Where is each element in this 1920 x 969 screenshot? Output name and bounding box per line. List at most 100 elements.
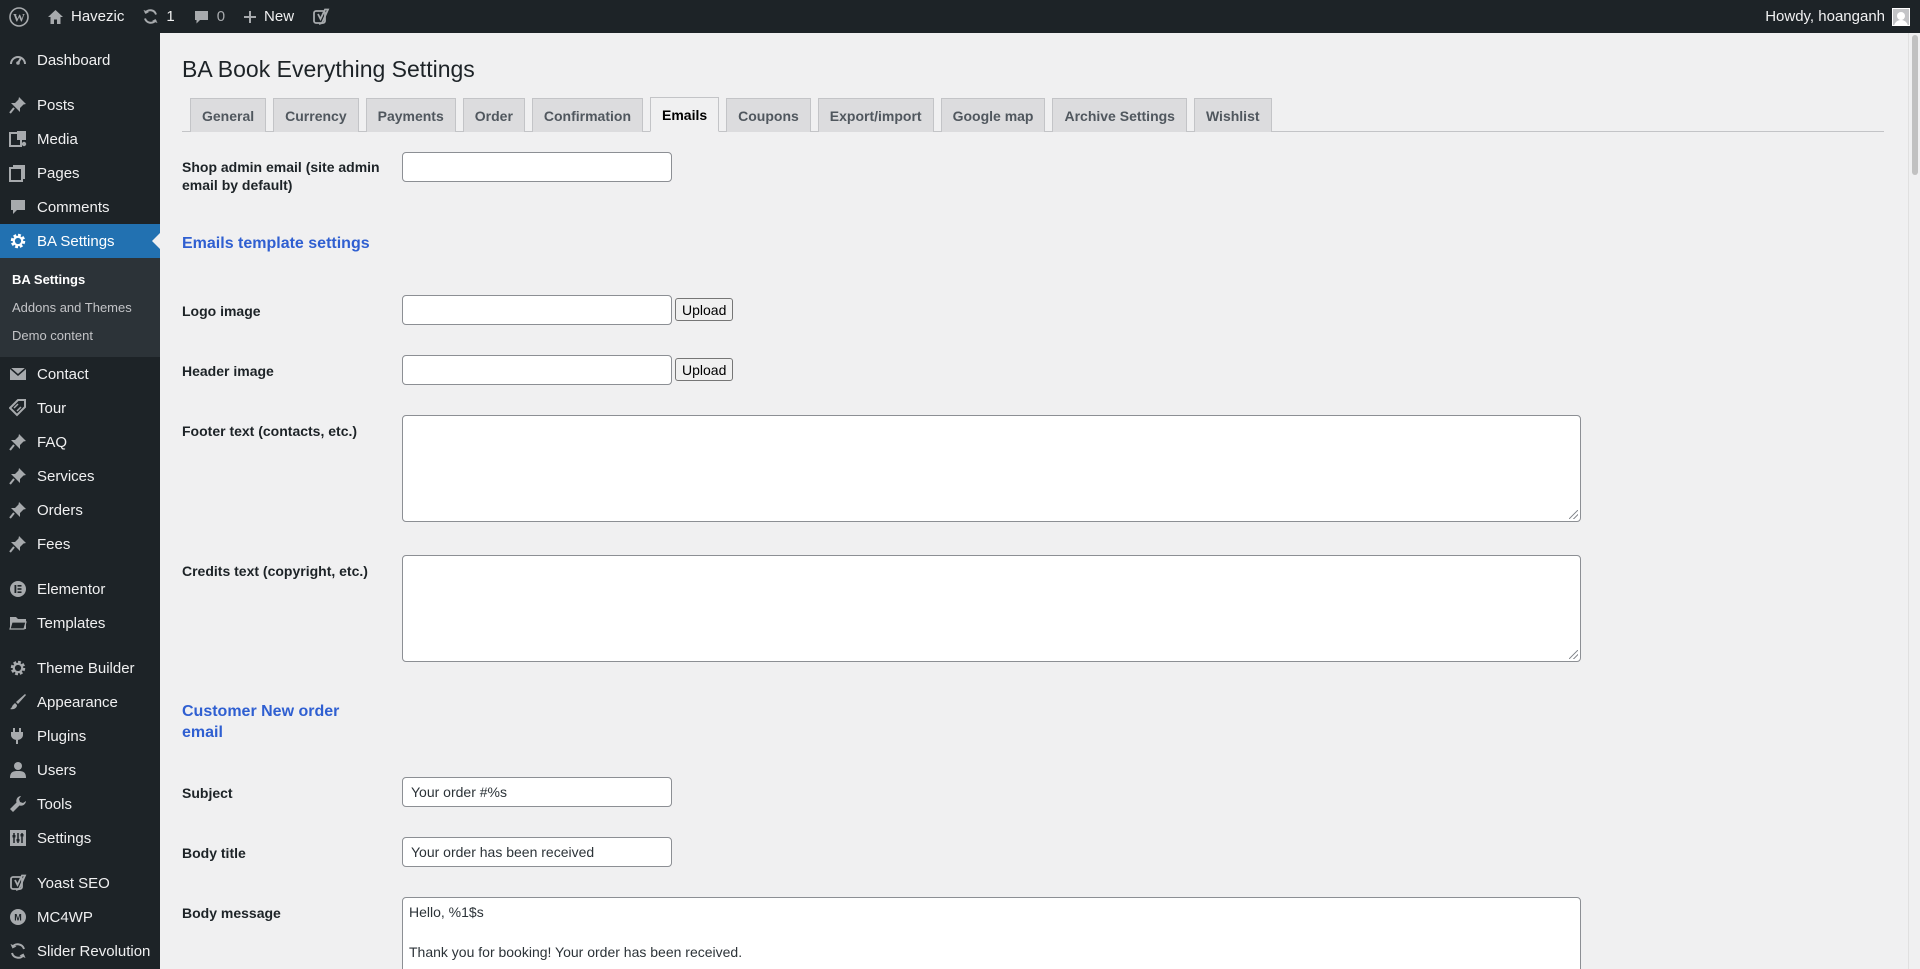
site-name-link[interactable]: Havezic	[38, 0, 133, 33]
sidebar-item-elementor[interactable]: Elementor	[0, 572, 160, 606]
sidebar-item-appearance[interactable]: Appearance	[0, 685, 160, 719]
comment-bubble-icon	[193, 9, 210, 25]
sidebar-item-posts[interactable]: Posts	[0, 88, 160, 122]
scrollbar-thumb[interactable]	[1912, 35, 1918, 175]
refresh-icon	[142, 8, 159, 25]
wordpress-icon: W	[9, 6, 29, 27]
subject-row: Subject Your order #%s	[182, 777, 1908, 807]
sliders-icon	[8, 829, 28, 847]
tab-general[interactable]: General	[190, 98, 267, 132]
body-message-textarea[interactable]: Hello, %1$s Thank you for booking! Your …	[402, 897, 1581, 969]
logo-image-input[interactable]	[402, 295, 672, 325]
sidebar-label: Settings	[37, 829, 92, 847]
section-title-customer-new-order: Customer New order email	[182, 703, 340, 741]
folder-icon	[8, 614, 28, 632]
page-title: BA Book Everything Settings	[182, 56, 475, 82]
subject-input[interactable]: Your order #%s	[402, 777, 672, 807]
sidebar-item-slider-revolution[interactable]: Slider Revolution	[0, 934, 160, 968]
footer-text-textarea[interactable]	[402, 415, 1581, 522]
sidebar-item-yoast-seo[interactable]: Yoast SEO	[0, 866, 160, 900]
subject-label: Subject	[182, 785, 233, 801]
submenu-item-demo-content[interactable]: Demo content	[0, 321, 160, 349]
header-image-input[interactable]	[402, 355, 672, 385]
pushpin-icon	[8, 535, 28, 553]
comments-count: 0	[216, 8, 226, 25]
tab-archive-settings[interactable]: Archive Settings	[1052, 98, 1187, 132]
sidebar-item-mc4wp[interactable]: M MC4WP	[0, 900, 160, 934]
sidebar-item-settings[interactable]: Settings	[0, 821, 160, 855]
updates-count: 1	[166, 8, 175, 25]
sidebar-label: Dashboard	[37, 51, 111, 69]
body-title-input[interactable]: Your order has been received	[402, 837, 672, 867]
updates-link[interactable]: 1	[133, 0, 183, 33]
sidebar-item-plugins[interactable]: Plugins	[0, 719, 160, 753]
sidebar-item-tools[interactable]: Tools	[0, 787, 160, 821]
dashboard-icon	[8, 51, 28, 69]
tab-order[interactable]: Order	[462, 98, 525, 132]
yoast-adminbar-button[interactable]	[303, 0, 339, 33]
pages-icon	[8, 164, 28, 182]
customer-new-order-section: Customer New order email	[182, 701, 1908, 743]
header-upload-button[interactable]: Upload	[675, 358, 734, 381]
sidebar-label: FAQ	[37, 433, 68, 451]
elementor-icon	[8, 580, 28, 598]
sidebar-item-comments[interactable]: Comments	[0, 190, 160, 224]
tab-export-import[interactable]: Export/import	[817, 98, 934, 132]
sidebar-item-tour[interactable]: Tour	[0, 391, 160, 425]
ba-settings-submenu: BA Settings Addons and Themes Demo conte…	[0, 258, 160, 357]
mc4wp-icon: M	[8, 908, 28, 926]
tab-google-map[interactable]: Google map	[940, 98, 1046, 132]
user-icon	[8, 761, 28, 779]
media-icon	[8, 130, 28, 148]
tab-coupons[interactable]: Coupons	[726, 98, 811, 132]
tab-emails[interactable]: Emails	[650, 97, 720, 132]
tab-payments[interactable]: Payments	[365, 98, 456, 132]
tab-confirmation[interactable]: Confirmation	[531, 98, 643, 132]
comments-link[interactable]: 0	[184, 0, 234, 33]
svg-text:M: M	[14, 913, 22, 923]
resize-grip-icon[interactable]	[1569, 650, 1578, 659]
sidebar-item-media[interactable]: Media	[0, 122, 160, 156]
plug-icon	[8, 727, 28, 745]
submenu-item-ba-settings[interactable]: BA Settings	[0, 265, 160, 293]
sidebar-item-faq[interactable]: FAQ	[0, 425, 160, 459]
sidebar-item-theme-builder[interactable]: Theme Builder	[0, 651, 160, 685]
credits-text-label: Credits text (copyright, etc.)	[182, 563, 368, 579]
tab-wishlist[interactable]: Wishlist	[1193, 98, 1272, 132]
new-content-link[interactable]: New	[234, 0, 303, 33]
tab-currency[interactable]: Currency	[273, 98, 359, 132]
sidebar-item-services[interactable]: Services	[0, 459, 160, 493]
admin-bar: W Havezic 1 0 New Howdy, hoanganh	[0, 0, 1920, 33]
sidebar-label: Services	[37, 467, 95, 485]
header-image-label: Header image	[182, 363, 274, 379]
logo-upload-button[interactable]: Upload	[675, 298, 734, 321]
sidebar-item-ba-settings[interactable]: BA Settings	[0, 224, 160, 258]
sidebar-label: Users	[37, 761, 77, 779]
body-title-label: Body title	[182, 845, 246, 861]
sidebar-label: BA Settings	[37, 232, 115, 250]
sidebar-label: Theme Builder	[37, 659, 135, 677]
shop-admin-email-input[interactable]	[402, 152, 672, 182]
sidebar-item-contact[interactable]: Contact	[0, 357, 160, 391]
credits-text-textarea[interactable]	[402, 555, 1581, 662]
sidebar-item-fees[interactable]: Fees	[0, 527, 160, 561]
wordpress-logo-button[interactable]: W	[0, 0, 38, 33]
avatar	[1892, 7, 1910, 26]
pushpin-icon	[8, 501, 28, 519]
sidebar-item-orders[interactable]: Orders	[0, 493, 160, 527]
sidebar-item-templates[interactable]: Templates	[0, 606, 160, 640]
page-scrollbar[interactable]	[1908, 33, 1920, 969]
submenu-item-addons-themes[interactable]: Addons and Themes	[0, 293, 160, 321]
section-title-emails-template: Emails template settings	[182, 235, 370, 252]
shop-admin-email-label: Shop admin email (site admin email by de…	[182, 159, 380, 193]
resize-grip-icon[interactable]	[1569, 510, 1578, 519]
sidebar-label: Tools	[37, 795, 73, 813]
sidebar-item-pages[interactable]: Pages	[0, 156, 160, 190]
body-message-line-1: Hello, %1$s	[409, 904, 484, 920]
logo-image-label: Logo image	[182, 303, 261, 319]
my-account-link[interactable]: Howdy, hoanganh	[1756, 0, 1920, 33]
sidebar-item-dashboard[interactable]: Dashboard	[0, 43, 160, 77]
logo-image-row: Logo image Upload	[182, 295, 1908, 325]
sidebar-label: Posts	[37, 96, 75, 114]
sidebar-item-users[interactable]: Users	[0, 753, 160, 787]
